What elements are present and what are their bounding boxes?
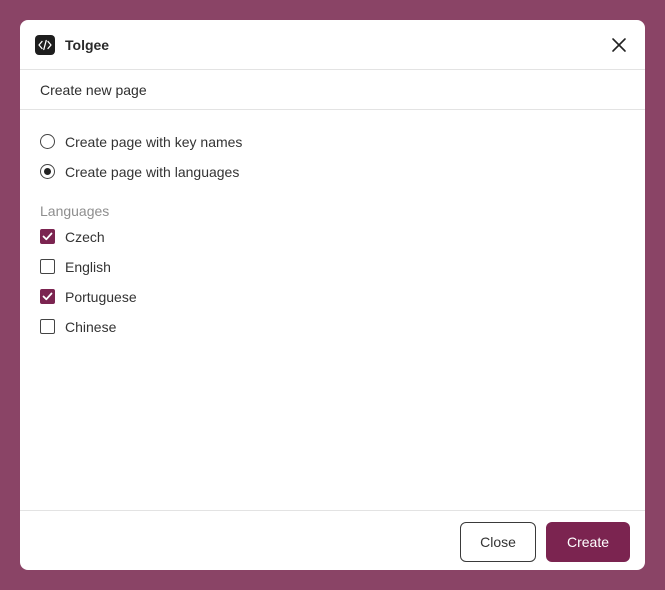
code-icon <box>35 35 55 55</box>
create-button[interactable]: Create <box>546 522 630 562</box>
checkbox-label: English <box>65 259 111 275</box>
close-icon[interactable] <box>608 34 630 56</box>
checkbox[interactable] <box>40 289 55 304</box>
dialog-subheader: Create new page <box>20 70 645 110</box>
radio-label: Create page with key names <box>65 134 243 150</box>
radio-label: Create page with languages <box>65 164 240 180</box>
checkbox-label: Chinese <box>65 319 117 335</box>
app-name: Tolgee <box>65 37 110 53</box>
page-title: Create new page <box>40 82 147 98</box>
checkbox[interactable] <box>40 319 55 334</box>
checkbox[interactable] <box>40 229 55 244</box>
checkbox-label: Portuguese <box>65 289 137 305</box>
dialog-footer: Close Create <box>20 510 645 570</box>
dialog-titlebar: Tolgee <box>20 20 645 70</box>
close-button[interactable]: Close <box>460 522 536 562</box>
radio-button[interactable] <box>40 164 55 179</box>
languages-heading: Languages <box>40 203 110 219</box>
radio-button[interactable] <box>40 134 55 149</box>
create-page-dialog: Tolgee Create new page Create page with … <box>20 20 645 570</box>
checkbox[interactable] <box>40 259 55 274</box>
checkbox-label: Czech <box>65 229 105 245</box>
